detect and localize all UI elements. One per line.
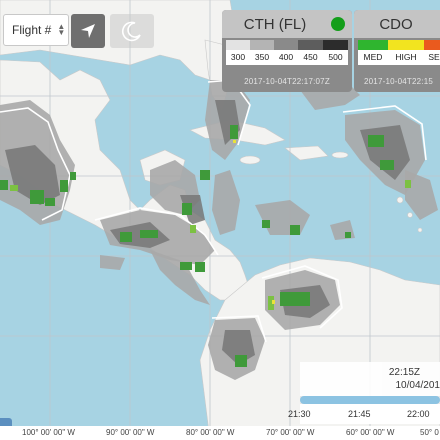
cth-level-label: 450 (303, 52, 318, 62)
cth-level-label: 500 (328, 52, 343, 62)
cdo-level-label: HIGH (395, 52, 417, 62)
cth-swatch (298, 40, 323, 50)
cth-level-label: 400 (278, 52, 294, 62)
longitude-label: 100° 00' 00" W (22, 428, 75, 437)
longitude-label: 80° 00' 00" W (186, 428, 235, 437)
navigate-button[interactable] (71, 14, 105, 48)
cth-level-label: 350 (254, 52, 270, 62)
cth-swatch (274, 40, 298, 50)
longitude-label: 60° 00' 00" W (346, 428, 395, 437)
longitude-label: 50° 0 (420, 428, 439, 437)
current-time: 22:15Z (388, 367, 420, 378)
cdo-swatch (424, 40, 440, 50)
cdo-level-label: MED (363, 52, 383, 62)
time-tick: 21:30 (288, 409, 311, 419)
night-mode-button[interactable] (110, 14, 154, 48)
cth-legend-panel: CTH (FL) 300 350 400 450 500 2017-10-04T… (222, 10, 352, 92)
cdo-legend-header[interactable]: CDO (354, 10, 440, 38)
cdo-level-label: SE (428, 52, 440, 62)
flight-select-label: Flight # (12, 23, 52, 37)
cth-swatch (250, 40, 274, 50)
longitude-label: 70° 00' 00" W (266, 428, 315, 437)
moon-icon (121, 21, 141, 42)
longitude-label: 90° 00' 00" W (106, 428, 155, 437)
time-tick: 21:45 (348, 409, 371, 419)
cth-timestamp: 2017-10-04T22:17:07Z (244, 77, 330, 86)
flight-stepper-icon[interactable]: ▲ ▼ (57, 23, 65, 37)
cdo-legend-panel: CDO MED HIGH SE 2017-10-04T22:15 (354, 10, 440, 92)
cdo-legend-title: CDO (379, 15, 413, 33)
longitude-labels: 100° 00' 00" W 90° 00' 00" W 80° 00' 00"… (0, 426, 440, 440)
cdo-color-scale: MED HIGH SE (358, 40, 440, 65)
time-tick: 22:00 (407, 409, 430, 419)
time-ticks: 21:30 21:45 22:00 (288, 404, 440, 424)
flight-number-select[interactable]: Flight # ▲ ▼ (3, 14, 69, 46)
cdo-timestamp: 2017-10-04T22:15 (364, 77, 434, 86)
time-slider-fill (300, 396, 440, 404)
current-date: 10/04/201 (395, 380, 440, 391)
location-arrow-icon (81, 24, 95, 38)
cth-swatch (323, 40, 348, 50)
cth-color-scale: 300 350 400 450 500 (226, 40, 348, 65)
cth-swatch (226, 40, 250, 50)
time-display: 22:15Z 10/04/201 (300, 362, 440, 396)
cth-level-label: 300 (230, 52, 246, 62)
cdo-swatch (388, 40, 424, 50)
time-slider[interactable] (300, 396, 440, 404)
cth-status-indicator[interactable] (331, 17, 345, 31)
cdo-swatch (358, 40, 388, 50)
cth-legend-title: CTH (FL) (243, 15, 307, 33)
